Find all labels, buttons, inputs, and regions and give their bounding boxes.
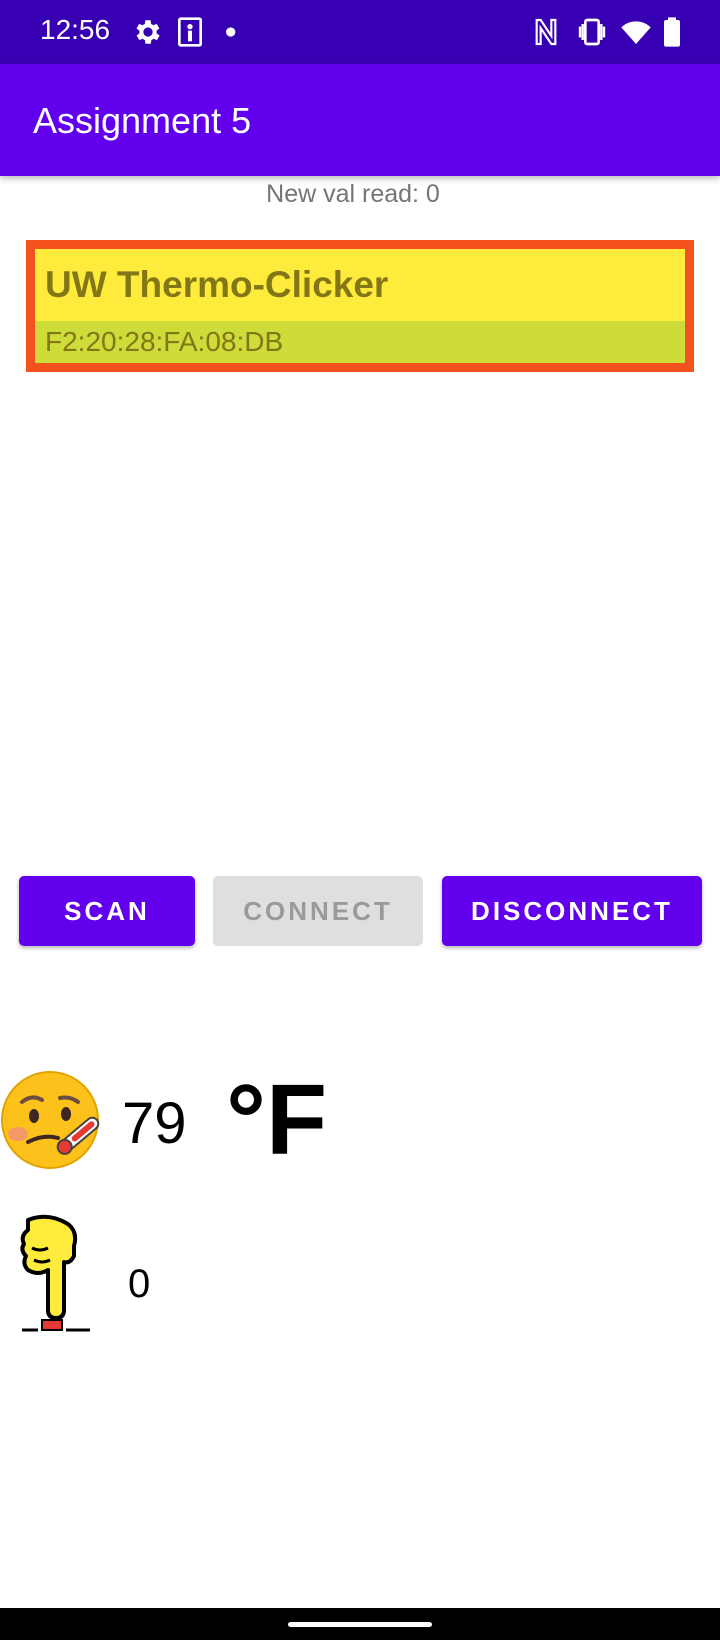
new-value-status: New val read: 0 [266,180,440,208]
status-time: 12:56 [40,14,111,45]
connect-button[interactable]: CONNECT [213,876,423,946]
thermometer-face-icon [1,1071,100,1169]
portrait-icon [178,17,202,47]
vibrate-icon [578,18,606,46]
battery-icon [664,17,680,47]
device-address: F2:20:28:FA:08:DB [35,321,685,363]
gear-icon [136,20,160,44]
status-bar: 12:56 [0,0,720,64]
pointing-finger-button-icon [20,1214,90,1332]
app-title: Assignment 5 [33,100,252,141]
temperature-unit: °F [226,1064,328,1176]
nfc-icon [535,18,557,46]
device-name: UW Thermo-Clicker [35,249,685,321]
disconnect-button[interactable]: DISCONNECT [442,876,702,946]
temperature-value: 79 [122,1091,187,1156]
navigation-bar [0,1608,720,1640]
home-handle[interactable] [288,1622,432,1627]
wifi-icon [621,21,651,44]
scan-button[interactable]: SCAN [19,876,195,946]
device-list-item[interactable]: UW Thermo-Clicker F2:20:28:FA:08:DB [26,240,694,372]
dot-icon [226,27,236,37]
click-count-value: 0 [128,1262,151,1306]
app-bar: Assignment 5 [0,64,720,176]
